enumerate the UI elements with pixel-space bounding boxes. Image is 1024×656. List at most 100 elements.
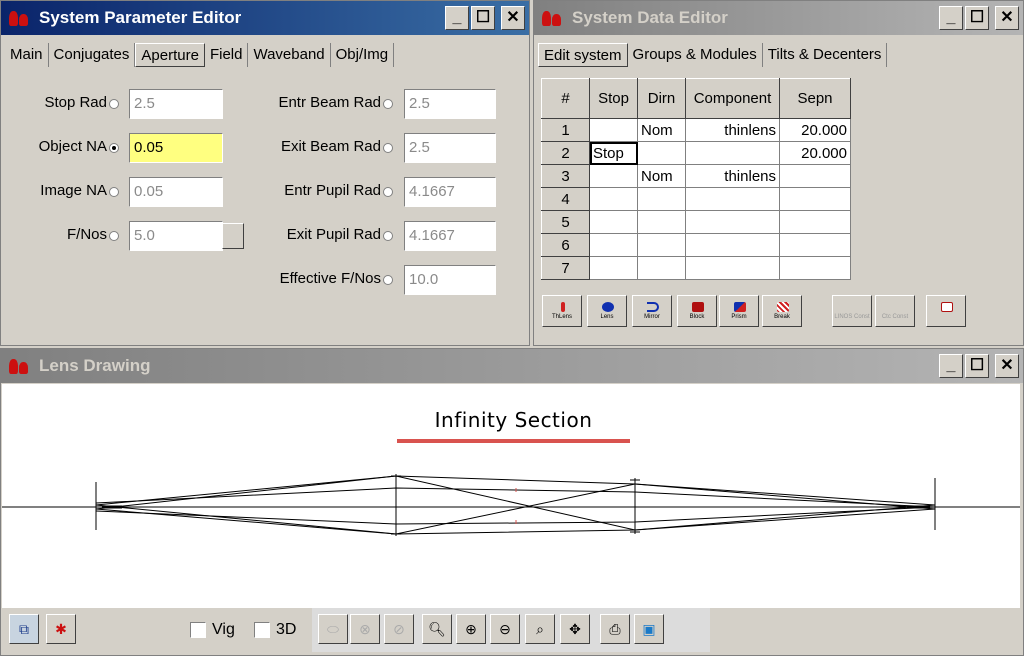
zoom-icon[interactable]: 🔍︎ — [422, 614, 452, 644]
print-icon[interactable]: ⎙ — [600, 614, 630, 644]
tab-conjugates[interactable]: Conjugates — [49, 43, 136, 67]
component-cell[interactable] — [685, 141, 780, 165]
ctc-const-button[interactable]: Ctc Const — [875, 295, 915, 327]
break-tool-button[interactable]: Break — [762, 295, 802, 327]
stop-cell[interactable] — [589, 233, 638, 257]
stop-cell[interactable] — [589, 118, 638, 142]
dirn-cell[interactable] — [637, 233, 686, 257]
col-header-component[interactable]: Component — [685, 78, 780, 119]
tab-edit-system[interactable]: Edit system — [538, 43, 628, 67]
zoom-window-icon[interactable]: ⌕ — [525, 614, 555, 644]
entr-pupil-rad-field[interactable]: 4.1667 — [404, 177, 496, 207]
tab-main[interactable]: Main — [5, 43, 49, 67]
linos-const-button[interactable]: LINOS Const — [832, 295, 872, 327]
dirn-cell[interactable] — [637, 210, 686, 234]
exit-beam-rad-radio[interactable] — [383, 142, 393, 153]
exit-pupil-rad-radio[interactable] — [383, 230, 393, 241]
entr-beam-rad-field[interactable]: 2.5 — [404, 89, 496, 119]
effective-f-nos-field[interactable]: 10.0 — [404, 265, 496, 295]
component-cell[interactable] — [685, 256, 780, 280]
sepn-cell[interactable]: 20.000 — [779, 141, 851, 165]
stop-cell[interactable] — [589, 164, 638, 188]
data-editor-titlebar[interactable]: System Data Editor _ ☐ ✕ — [534, 1, 1023, 35]
col-header-sepn[interactable]: Sepn — [779, 78, 851, 119]
layout-view-button[interactable]: ⧉ — [9, 614, 39, 644]
component-cell[interactable] — [685, 187, 780, 211]
component-cell[interactable] — [685, 210, 780, 234]
image-na-radio[interactable] — [109, 186, 119, 197]
close-button[interactable]: ✕ — [995, 354, 1019, 378]
row-number[interactable]: 6 — [541, 233, 590, 257]
col-header-stop[interactable]: Stop — [589, 78, 638, 119]
dirn-cell[interactable] — [637, 141, 686, 165]
zoom-in-icon[interactable]: ⊕ — [456, 614, 486, 644]
minimize-button[interactable]: _ — [939, 354, 963, 378]
row-number[interactable]: 7 — [541, 256, 590, 280]
block-tool-button[interactable]: Block — [677, 295, 717, 327]
image-na-field[interactable]: 0.05 — [129, 177, 223, 207]
col-header-number[interactable]: # — [541, 78, 590, 119]
component-cell[interactable]: thinlens — [685, 164, 780, 188]
row-number[interactable]: 5 — [541, 210, 590, 234]
row-number[interactable]: 2 — [541, 141, 590, 165]
tab-tilts-decenters[interactable]: Tilts & Decenters — [763, 43, 888, 67]
close-button[interactable]: ✕ — [995, 6, 1019, 30]
tab-field[interactable]: Field — [205, 43, 249, 67]
tab-groups-modules[interactable]: Groups & Modules — [628, 43, 763, 67]
f-nos-radio[interactable] — [109, 230, 119, 241]
tab-obj-img[interactable]: Obj/Img — [331, 43, 395, 67]
dirn-cell[interactable]: Nom — [637, 164, 686, 188]
effective-f-nos-radio[interactable] — [383, 274, 393, 285]
dirn-cell[interactable]: Nom — [637, 118, 686, 142]
lens-drawing-canvas[interactable]: Infinity Section — [2, 384, 1020, 608]
stop-cell[interactable] — [589, 187, 638, 211]
export-icon[interactable]: ▣ — [634, 614, 664, 644]
col-header-dirn[interactable]: Dirn — [637, 78, 686, 119]
entr-pupil-rad-radio[interactable] — [383, 186, 393, 197]
prism-tool-button[interactable]: Prism — [719, 295, 759, 327]
maximize-button[interactable]: ☐ — [471, 6, 495, 30]
f-nos-field[interactable]: 5.0 — [129, 221, 223, 251]
component-cell[interactable] — [685, 233, 780, 257]
pan-icon[interactable]: ✥ — [560, 614, 590, 644]
mirror-tool-button[interactable]: Mirror — [632, 295, 672, 327]
sepn-cell[interactable] — [779, 164, 851, 188]
row-number[interactable]: 3 — [541, 164, 590, 188]
dirn-cell[interactable] — [637, 187, 686, 211]
thlens-tool-button[interactable]: ThLens — [542, 295, 582, 327]
zoom-out-icon[interactable]: ⊖ — [490, 614, 520, 644]
dirn-cell[interactable] — [637, 256, 686, 280]
sepn-cell[interactable]: 20.000 — [779, 118, 851, 142]
row-number[interactable]: 1 — [541, 118, 590, 142]
lens-drawing-titlebar[interactable]: Lens Drawing _ ☐ ✕ — [1, 349, 1023, 383]
3d-checkbox-box[interactable] — [254, 622, 270, 638]
stop-rad-radio[interactable] — [109, 98, 119, 109]
sepn-cell[interactable] — [779, 210, 851, 234]
vig-checkbox[interactable]: Vig — [190, 621, 235, 639]
row-number[interactable]: 4 — [541, 187, 590, 211]
close-button[interactable]: ✕ — [501, 6, 525, 30]
lens-cross-icon[interactable]: ⊗ — [350, 614, 380, 644]
stop-cell[interactable] — [589, 256, 638, 280]
sepn-cell[interactable] — [779, 233, 851, 257]
tab-waveband[interactable]: Waveband — [248, 43, 331, 67]
maximize-button[interactable]: ☐ — [965, 6, 989, 30]
object-na-radio[interactable] — [109, 142, 119, 153]
document-button[interactable] — [926, 295, 966, 327]
3d-checkbox[interactable]: 3D — [254, 621, 296, 639]
sepn-cell[interactable] — [779, 187, 851, 211]
lens-tool-button[interactable]: Lens — [587, 295, 627, 327]
object-na-field[interactable]: 0.05 — [129, 133, 223, 163]
lens-rotate-icon[interactable]: ⊘ — [384, 614, 414, 644]
exit-beam-rad-field[interactable]: 2.5 — [404, 133, 496, 163]
vig-checkbox-box[interactable] — [190, 622, 206, 638]
stop-cell[interactable]: Stop — [589, 141, 638, 165]
entr-beam-rad-radio[interactable] — [383, 98, 393, 109]
stop-rad-field[interactable]: 2.5 — [129, 89, 223, 119]
lens-view-button[interactable]: ✱ — [46, 614, 76, 644]
component-cell[interactable]: thinlens — [685, 118, 780, 142]
minimize-button[interactable]: _ — [939, 6, 963, 30]
lens-outline-icon[interactable]: ⬭ — [318, 614, 348, 644]
minimize-button[interactable]: _ — [445, 6, 469, 30]
stop-cell[interactable] — [589, 210, 638, 234]
